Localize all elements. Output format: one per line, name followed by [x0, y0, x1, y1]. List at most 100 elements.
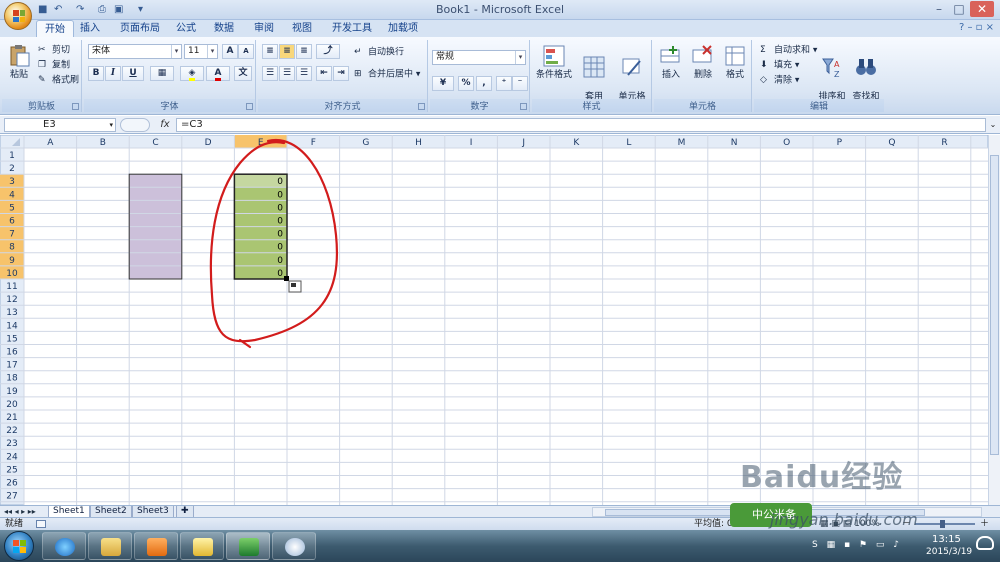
cell-e4[interactable]: 0: [277, 190, 283, 200]
font-color-button[interactable]: A: [206, 66, 230, 81]
phonetic-button[interactable]: 文: [234, 66, 252, 81]
row-header-8[interactable]: 8: [9, 243, 15, 253]
tab-view[interactable]: 视图: [284, 20, 320, 37]
cell-e7[interactable]: 0: [277, 230, 283, 240]
percent-button[interactable]: %: [458, 76, 474, 91]
purple-cell[interactable]: [129, 174, 182, 188]
column-header-j[interactable]: J: [521, 138, 525, 148]
column-header-q[interactable]: Q: [888, 138, 895, 148]
office-button[interactable]: [4, 2, 32, 30]
vertical-scrollbar[interactable]: [988, 135, 1000, 505]
expand-formula-bar-icon[interactable]: ⌄: [988, 118, 998, 132]
tab-home[interactable]: 开始: [36, 20, 74, 37]
tab-page-layout[interactable]: 页面布局: [112, 20, 168, 37]
row-header-26[interactable]: 26: [6, 479, 18, 489]
row-header-25[interactable]: 25: [6, 465, 17, 475]
row-header-22[interactable]: 22: [6, 426, 17, 436]
cut-button[interactable]: ✂ 剪切: [38, 44, 70, 57]
currency-button[interactable]: ¥: [432, 76, 454, 91]
column-header-n[interactable]: N: [731, 138, 738, 148]
column-header-g[interactable]: G: [362, 138, 369, 148]
name-box[interactable]: E3 ▾: [4, 118, 116, 132]
column-header-b[interactable]: B: [100, 138, 106, 148]
purple-cell[interactable]: [129, 265, 182, 279]
row-header-10[interactable]: 10: [6, 269, 18, 279]
fill-button[interactable]: ⬇ 填充 ▾: [760, 59, 799, 72]
row-header-11[interactable]: 11: [6, 282, 17, 292]
row-header-9[interactable]: 9: [9, 256, 15, 266]
spreadsheet-grid[interactable]: A B C D E F G H I J K L M N O P Q R 1 2 3 4 5 6 7 8 9 10 11 12 13 14 15 1…: [0, 135, 988, 505]
row-header-7[interactable]: 7: [9, 230, 15, 240]
increase-decimal-button[interactable]: ⁺: [496, 76, 512, 91]
taskbar-ie[interactable]: [42, 532, 86, 560]
row-header-6[interactable]: 6: [9, 217, 15, 227]
row-header-19[interactable]: 19: [6, 387, 18, 397]
dialog-launcher-icon[interactable]: [72, 103, 79, 110]
fill-handle[interactable]: [284, 276, 289, 281]
cell-e8[interactable]: 0: [277, 243, 283, 253]
row-header-4[interactable]: 4: [9, 190, 15, 200]
column-header-r[interactable]: R: [941, 138, 947, 148]
cell-e3[interactable]: 0: [277, 177, 283, 187]
clock-date[interactable]: 2015/3/19: [926, 547, 972, 557]
purple-cell[interactable]: [129, 213, 182, 227]
row-header-3[interactable]: 3: [9, 177, 15, 187]
row-header-15[interactable]: 15: [6, 334, 17, 344]
align-right-button[interactable]: ☰: [296, 66, 312, 81]
row-header-12[interactable]: 12: [6, 295, 17, 305]
column-header-c[interactable]: C: [152, 138, 158, 148]
row-header-13[interactable]: 13: [6, 308, 17, 318]
zoom-slider[interactable]: [915, 523, 975, 525]
zoom-in-button[interactable]: ＋: [980, 518, 989, 530]
taskbar-excel[interactable]: [226, 532, 270, 560]
purple-cell[interactable]: [129, 239, 182, 253]
cell-e10[interactable]: 0: [277, 269, 283, 279]
column-header-f[interactable]: F: [311, 138, 316, 148]
dialog-launcher-icon[interactable]: [246, 103, 253, 110]
zoom-slider-knob[interactable]: [940, 520, 945, 528]
grow-font-button[interactable]: A: [222, 44, 238, 59]
underline-button[interactable]: U: [122, 66, 144, 81]
align-center-button[interactable]: ☰: [279, 66, 295, 81]
clear-button[interactable]: ◇ 清除 ▾: [760, 74, 799, 87]
start-button[interactable]: [4, 531, 34, 561]
bold-button[interactable]: B: [88, 66, 104, 81]
comma-button[interactable]: ,: [476, 76, 492, 91]
number-format-select[interactable]: 常规 ▾: [432, 50, 526, 65]
tab-addins[interactable]: 加载项: [380, 20, 426, 37]
minimize-button[interactable]: –: [930, 1, 948, 17]
tab-developer[interactable]: 开发工具: [324, 20, 380, 37]
row-header-5[interactable]: 5: [9, 203, 15, 213]
autosum-button[interactable]: Σ 自动求和 ▾: [760, 44, 817, 57]
fill-color-button[interactable]: ◈: [180, 66, 204, 81]
weather-cloud-icon[interactable]: [976, 536, 994, 550]
row-header-18[interactable]: 18: [6, 374, 18, 384]
align-middle-button[interactable]: ≡: [279, 44, 295, 59]
merge-center-button[interactable]: ⊞ 合并后居中 ▾: [354, 68, 420, 81]
align-left-button[interactable]: ☰: [262, 66, 278, 81]
borders-button[interactable]: ▦: [150, 66, 174, 81]
purple-cell[interactable]: [129, 226, 182, 240]
cell-e6[interactable]: 0: [277, 217, 283, 227]
column-header-a[interactable]: A: [47, 138, 54, 148]
row-header-17[interactable]: 17: [6, 361, 17, 371]
column-header-h[interactable]: H: [415, 138, 422, 148]
copy-button[interactable]: ❐ 复制: [38, 59, 70, 72]
font-size-select[interactable]: 11 ▾: [184, 44, 218, 59]
tab-review[interactable]: 审阅: [246, 20, 282, 37]
align-bottom-button[interactable]: ≡: [296, 44, 312, 59]
macro-record-icon[interactable]: [36, 520, 46, 528]
font-name-select[interactable]: 宋体 ▾: [88, 44, 182, 59]
column-header-p[interactable]: P: [837, 138, 843, 148]
row-header-21[interactable]: 21: [6, 413, 17, 423]
tray-icons[interactable]: S ▦ ▪ ⚑ ▭ ♪: [812, 540, 902, 550]
cell-e9[interactable]: 0: [277, 256, 283, 266]
taskbar-explorer[interactable]: [88, 532, 132, 560]
decrease-decimal-button[interactable]: ⁻: [512, 76, 528, 91]
row-header-24[interactable]: 24: [6, 452, 18, 462]
column-header-m[interactable]: M: [678, 138, 686, 148]
dialog-launcher-icon[interactable]: [520, 103, 527, 110]
maximize-button[interactable]: □: [950, 1, 968, 17]
tab-insert[interactable]: 插入: [72, 20, 108, 37]
insert-cells-button[interactable]: 插入: [656, 44, 686, 81]
